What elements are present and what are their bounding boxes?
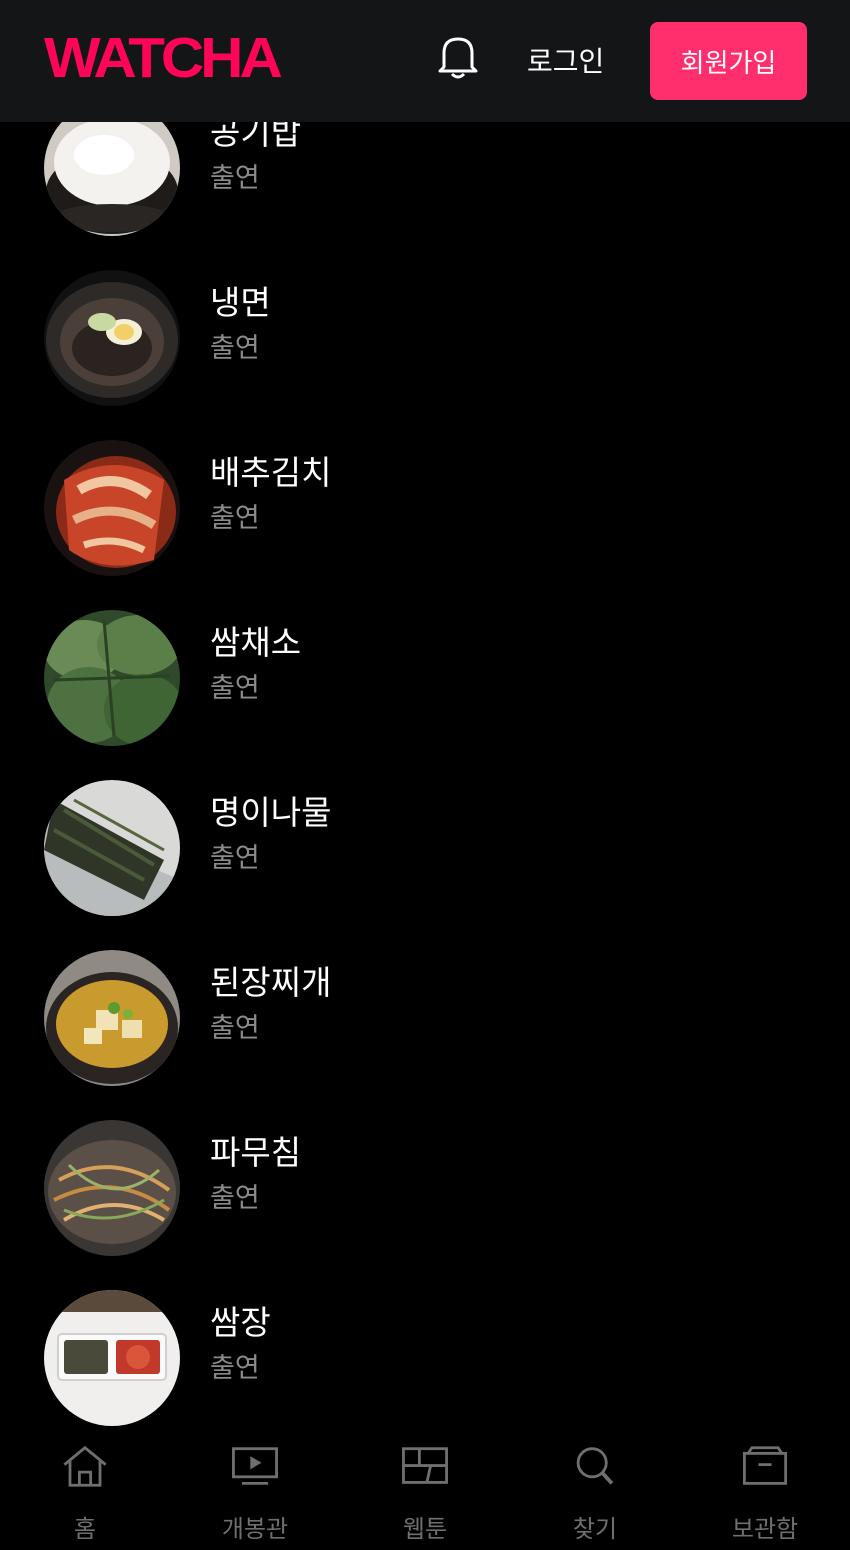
search-icon bbox=[576, 1447, 614, 1485]
bottom-nav: 홈 개봉관 웹툰 찾기 보관함 bbox=[0, 1430, 850, 1550]
webtoon-icon bbox=[402, 1447, 448, 1484]
cast-role: 출연 bbox=[210, 1013, 260, 1044]
watcha-logo[interactable]: WATCHA bbox=[44, 29, 283, 87]
signup-button[interactable]: 회원가입 bbox=[650, 22, 807, 100]
login-link[interactable]: 로그인 bbox=[527, 40, 604, 80]
nav-label: 보관함 bbox=[731, 1515, 799, 1543]
cast-name: 된장찌개 bbox=[210, 963, 332, 1002]
cast-role: 출연 bbox=[210, 673, 260, 704]
cast-name: 냉면 bbox=[210, 283, 271, 322]
cast-item[interactable]: 명이나물 출연 bbox=[0, 780, 850, 950]
cast-name: 쌈채소 bbox=[210, 623, 302, 662]
play-screen-icon bbox=[232, 1447, 278, 1485]
nav-theater[interactable]: 개봉관 bbox=[195, 1444, 315, 1544]
cast-role: 출연 bbox=[210, 843, 260, 874]
cast-role: 출연 bbox=[210, 163, 260, 194]
cast-role: 출연 bbox=[210, 333, 260, 364]
myeongi-photo bbox=[44, 780, 180, 916]
cast-name: 파무침 bbox=[210, 1133, 302, 1172]
cast-item[interactable]: 된장찌개 출연 bbox=[0, 950, 850, 1120]
cast-role: 출연 bbox=[210, 1183, 260, 1214]
cast-item[interactable]: 공기밥 출연 bbox=[0, 100, 850, 270]
nav-webtoon[interactable]: 웹툰 bbox=[365, 1444, 485, 1544]
cast-item[interactable]: 배추김치 출연 bbox=[0, 440, 850, 610]
nav-search[interactable]: 찾기 bbox=[535, 1444, 655, 1544]
nav-home[interactable]: 홈 bbox=[25, 1444, 145, 1544]
ssamjang-photo bbox=[44, 1290, 180, 1426]
scallion-salad-photo bbox=[44, 1120, 180, 1256]
nav-label: 홈 bbox=[73, 1515, 97, 1543]
cast-role: 출연 bbox=[210, 1353, 260, 1384]
cast-role: 출연 bbox=[210, 503, 260, 534]
top-bar: WATCHA 로그인 회원가입 bbox=[0, 0, 850, 122]
archive-box-icon bbox=[742, 1446, 788, 1485]
cast-item[interactable]: 냉면 출연 bbox=[0, 270, 850, 440]
cast-name: 명이나물 bbox=[210, 793, 332, 832]
nav-label: 개봉관 bbox=[221, 1515, 289, 1543]
home-icon bbox=[63, 1445, 107, 1487]
lettuce-photo bbox=[44, 610, 180, 746]
nav-label: 찾기 bbox=[572, 1515, 618, 1543]
doenjang-stew-photo bbox=[44, 950, 180, 1086]
cast-item[interactable]: 파무침 출연 bbox=[0, 1120, 850, 1290]
kimchi-photo bbox=[44, 440, 180, 576]
cast-name: 배추김치 bbox=[210, 453, 332, 492]
bell-icon[interactable] bbox=[434, 31, 482, 81]
naengmyeon-photo bbox=[44, 270, 180, 406]
nav-label: 웹툰 bbox=[402, 1515, 448, 1543]
cast-item[interactable]: 쌈채소 출연 bbox=[0, 610, 850, 780]
cast-name: 쌈장 bbox=[210, 1303, 271, 1342]
nav-library[interactable]: 보관함 bbox=[705, 1444, 825, 1544]
